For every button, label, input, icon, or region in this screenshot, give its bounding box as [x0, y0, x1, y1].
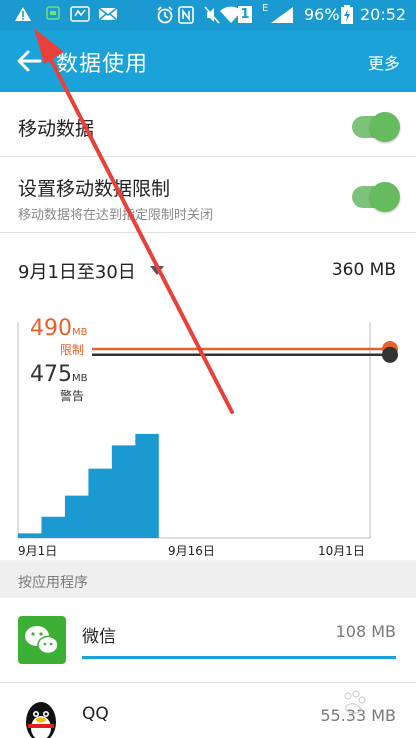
- annotation-arrow: [34, 28, 234, 414]
- arrow-head: [34, 28, 64, 64]
- arrow-shaft: [48, 56, 234, 414]
